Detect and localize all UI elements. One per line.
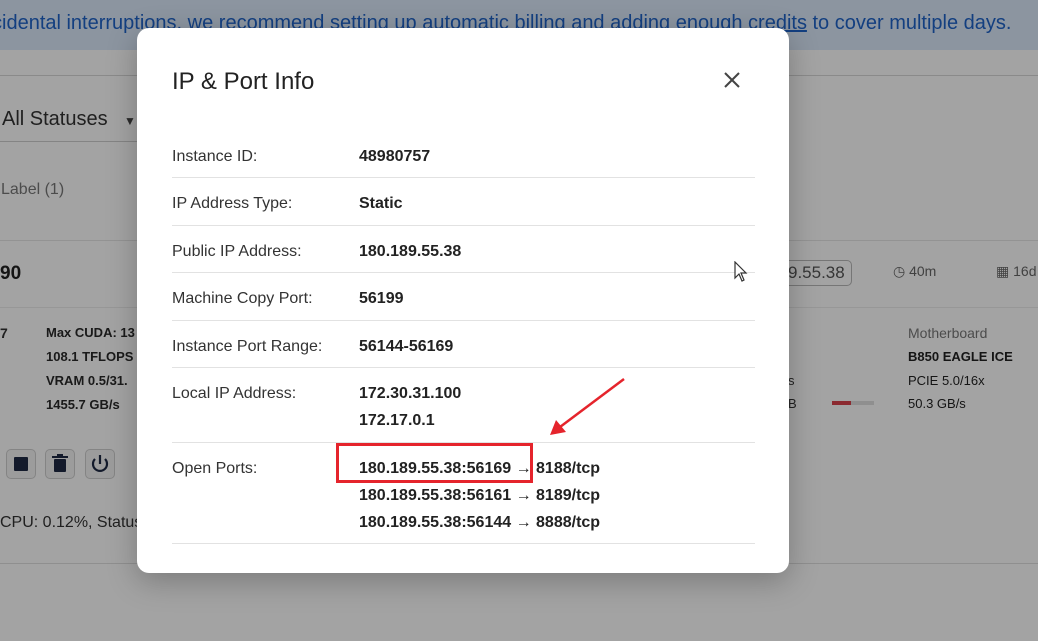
row-label: Instance ID: [172,148,258,165]
row-label: IP Address Type: [172,195,293,212]
instance-id-row: Instance ID: 48980757 [172,140,755,178]
instance-id-value: 48980757 [359,148,431,165]
row-label: Machine Copy Port: [172,290,313,307]
ip-port-info-dialog: IP & Port Info Instance ID: 48980757 IP … [137,28,789,573]
copy-port-value: 56199 [359,290,404,307]
public-ip-value: 180.189.55.38 [359,243,462,260]
local-ip-value: 172.17.0.1 [359,412,435,429]
mouse-cursor-icon [734,261,748,282]
port-range-value: 56144-56169 [359,338,454,355]
port-range-row: Instance Port Range: 56144-56169 [172,321,755,368]
annotation-arrow-icon [550,378,625,435]
copy-port-row: Machine Copy Port: 56199 [172,273,755,321]
public-ip-row: Public IP Address: 180.189.55.38 [172,226,755,273]
close-button[interactable] [720,68,744,92]
annotation-highlight-box [336,443,533,483]
ip-type-value: Static [359,195,403,212]
row-label: Open Ports: [172,460,258,477]
ip-type-row: IP Address Type: Static [172,178,755,226]
open-port-entry: 180.189.55.38:56161 → 8189/tcp [359,487,601,504]
open-port-entry: 180.189.55.38:56144 → 8888/tcp [359,514,601,531]
dialog-title: IP & Port Info [172,68,315,95]
row-label: Public IP Address: [172,243,302,260]
local-ip-row: Local IP Address: 172.30.31.100 172.17.0… [172,368,755,443]
row-label: Instance Port Range: [172,338,323,355]
close-icon [724,72,740,88]
row-label: Local IP Address: [172,385,297,402]
local-ip-value: 172.30.31.100 [359,385,462,402]
